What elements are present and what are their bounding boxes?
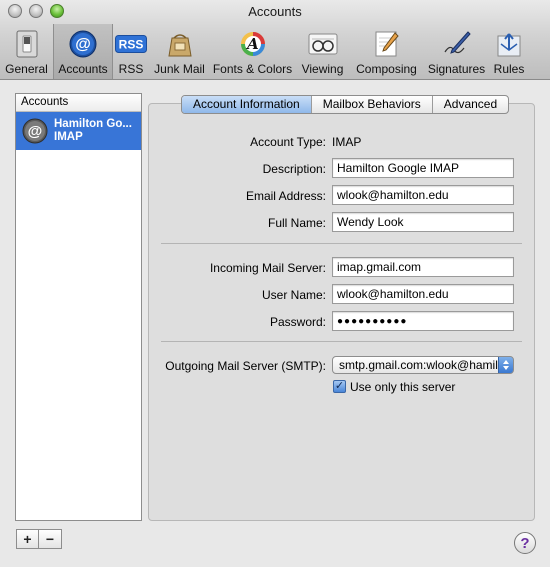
rules-arrows-icon [493, 29, 525, 59]
user-name-field[interactable] [332, 284, 514, 304]
tab-mailbox-behaviors[interactable]: Mailbox Behaviors [310, 96, 432, 113]
at-sign-icon: @ [67, 29, 99, 59]
svg-text:RSS: RSS [119, 38, 144, 52]
at-sign-account-icon: @ [22, 118, 48, 144]
general-switch-icon [11, 29, 43, 59]
toolbar-rss[interactable]: RSS RSS [113, 24, 149, 79]
account-row-hamilton[interactable]: @ Hamilton Go... IMAP [16, 112, 141, 150]
full-name-label: Full Name: [267, 216, 326, 230]
account-add-remove: + − [16, 529, 62, 549]
svg-text:@: @ [28, 123, 43, 140]
incoming-server-label: Incoming Mail Server: [209, 261, 326, 275]
accounts-list-header: Accounts [16, 94, 141, 112]
outgoing-server-popup[interactable]: smtp.gmail.com:wlook@hamilton.edu [332, 356, 514, 374]
signature-pen-icon [441, 29, 473, 59]
toolbar-junk-mail-label: Junk Mail [154, 62, 205, 76]
account-type-label: Account Type: [250, 135, 326, 149]
password-field[interactable] [332, 311, 514, 331]
toolbar-accounts[interactable]: @ Accounts [53, 24, 113, 79]
toolbar-fonts-colors[interactable]: A Fonts & Colors [210, 24, 295, 79]
toolbar-rules-label: Rules [493, 62, 525, 76]
help-button[interactable]: ? [514, 532, 536, 554]
rss-icon: RSS [115, 29, 147, 59]
svg-text:A: A [245, 35, 259, 53]
toolbar-fonts-colors-label: Fonts & Colors [212, 62, 293, 76]
composing-pencil-icon [371, 29, 403, 59]
svg-text:@: @ [75, 36, 91, 53]
description-label: Description: [262, 162, 326, 176]
use-only-server-label: Use only this server [350, 380, 456, 394]
toolbar-general[interactable]: General [0, 24, 53, 79]
section-divider [161, 243, 522, 244]
tab-account-information[interactable]: Account Information [182, 96, 311, 113]
toolbar-composing-label: Composing [356, 62, 417, 76]
tab-advanced[interactable]: Advanced [431, 96, 508, 113]
fonts-colors-icon: A [237, 29, 269, 59]
user-name-label: User Name: [261, 288, 326, 302]
settings-tabs: Account Information Mailbox Behaviors Ad… [181, 95, 510, 114]
account-type: IMAP [54, 131, 83, 143]
preferences-toolbar: General @ Accounts RSS RSS Junk Mail A F… [0, 24, 528, 80]
email-label: Email Address: [245, 189, 326, 203]
toolbar-viewing[interactable]: Viewing [295, 24, 350, 79]
toolbar-general-label: General [5, 62, 48, 76]
full-name-field[interactable] [332, 212, 514, 232]
window-titlebar: Accounts General @ Accounts RSS RSS Junk… [0, 0, 550, 80]
junk-mail-bag-icon [164, 29, 196, 59]
toolbar-accounts-label: Accounts [58, 62, 108, 76]
remove-account-button[interactable]: − [39, 529, 62, 549]
password-label: Password: [269, 315, 326, 329]
outgoing-server-label: Outgoing Mail Server (SMTP): [165, 359, 326, 373]
account-type-value: IMAP [332, 135, 362, 149]
incoming-server-field[interactable] [332, 257, 514, 277]
viewing-glasses-icon [307, 29, 339, 59]
accounts-list[interactable]: Accounts @ Hamilton Go... IMAP [15, 93, 142, 521]
popup-arrows-icon [498, 357, 513, 373]
account-name: Hamilton Go... [54, 118, 132, 130]
toolbar-rules[interactable]: Rules [490, 24, 528, 79]
toolbar-junk-mail[interactable]: Junk Mail [149, 24, 210, 79]
email-field[interactable] [332, 185, 514, 205]
add-account-button[interactable]: + [16, 529, 39, 549]
use-only-server-checkbox[interactable]: ✓ [333, 380, 346, 393]
toolbar-rss-label: RSS [118, 62, 144, 76]
section-divider [161, 341, 522, 342]
outgoing-server-value: smtp.gmail.com:wlook@hamilton.edu [339, 358, 513, 372]
window-title: Accounts [248, 4, 302, 19]
toolbar-signatures[interactable]: Signatures [423, 24, 490, 79]
description-field[interactable] [332, 158, 514, 178]
toolbar-viewing-label: Viewing [301, 62, 344, 76]
toolbar-signatures-label: Signatures [427, 62, 486, 76]
toolbar-composing[interactable]: Composing [350, 24, 423, 79]
